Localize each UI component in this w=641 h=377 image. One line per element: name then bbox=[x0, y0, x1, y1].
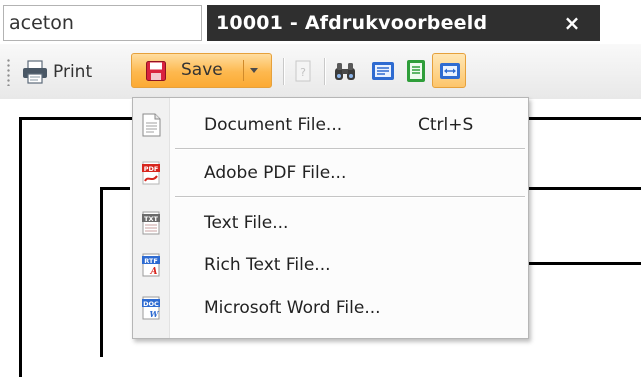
svg-text:?: ? bbox=[300, 66, 306, 79]
menu-item-label: Document File... bbox=[204, 115, 343, 135]
find-button[interactable] bbox=[333, 59, 357, 83]
toolbar: Print Save ? bbox=[0, 44, 641, 99]
menu-item-shortcut: Ctrl+S bbox=[418, 115, 474, 135]
chevron-down-icon[interactable] bbox=[250, 68, 258, 73]
menu-item-label: Text File... bbox=[204, 213, 289, 233]
page-disabled-icon: ? bbox=[295, 60, 311, 82]
menu-item-pdf-file[interactable]: PDF Adobe PDF File... bbox=[133, 152, 528, 194]
binoculars-icon bbox=[335, 63, 355, 80]
svg-text:A: A bbox=[150, 267, 158, 277]
menu-separator bbox=[175, 196, 525, 197]
close-icon[interactable]: × bbox=[557, 5, 587, 41]
one-page-view-button[interactable] bbox=[371, 59, 395, 83]
save-label: Save bbox=[181, 60, 223, 80]
svg-text:RTF: RTF bbox=[144, 257, 158, 265]
toolbar-divider bbox=[324, 58, 325, 85]
page-setup-button[interactable]: ? bbox=[291, 59, 315, 83]
title-bar: aceton 10001 - Afdrukvoorbeeld × bbox=[0, 0, 641, 44]
document-file-icon bbox=[142, 113, 161, 137]
print-label: Print bbox=[53, 62, 93, 82]
save-icon bbox=[146, 61, 166, 81]
rtf-file-icon: RTF A bbox=[142, 253, 160, 277]
menu-item-label: Adobe PDF File... bbox=[204, 163, 347, 183]
toolbar-grip[interactable] bbox=[7, 58, 10, 86]
menu-item-document-file[interactable]: Document File... Ctrl+S bbox=[133, 104, 528, 146]
search-input[interactable]: aceton bbox=[3, 5, 202, 41]
menu-item-label: Microsoft Word File... bbox=[204, 298, 381, 318]
menu-item-rich-text-file[interactable]: RTF A Rich Text File... bbox=[133, 244, 528, 286]
save-dropdown-menu: Document File... Ctrl+S PDF Adobe PDF Fi… bbox=[132, 97, 529, 339]
svg-text:TXT: TXT bbox=[144, 215, 158, 223]
svg-text:PDF: PDF bbox=[144, 165, 159, 173]
preview-tab[interactable]: 10001 - Afdrukvoorbeeld × bbox=[207, 5, 600, 41]
report-table-line bbox=[528, 187, 641, 190]
menu-item-text-file[interactable]: TXT Text File... bbox=[133, 202, 528, 244]
txt-file-icon: TXT bbox=[142, 211, 160, 235]
svg-text:DOC: DOC bbox=[143, 300, 159, 308]
menu-item-label: Rich Text File... bbox=[204, 255, 331, 275]
report-table-line bbox=[528, 262, 641, 265]
blue-page-icon bbox=[372, 62, 394, 80]
print-button[interactable]: Print bbox=[22, 58, 92, 86]
whole-page-view-button[interactable] bbox=[432, 53, 466, 88]
menu-item-word-file[interactable]: DOC W Microsoft Word File... bbox=[133, 287, 528, 329]
tab-title: 10001 - Afdrukvoorbeeld bbox=[216, 12, 488, 34]
svg-text:W: W bbox=[150, 309, 160, 319]
save-split-divider bbox=[243, 60, 244, 81]
pdf-file-icon: PDF bbox=[142, 161, 160, 185]
fit-width-icon bbox=[440, 63, 460, 79]
green-page-icon bbox=[407, 60, 425, 82]
page-width-view-button[interactable] bbox=[404, 59, 428, 83]
save-button[interactable]: Save bbox=[131, 53, 272, 88]
printer-icon bbox=[23, 60, 47, 84]
toolbar-divider bbox=[283, 58, 284, 85]
report-table-line bbox=[100, 187, 130, 190]
report-table-line bbox=[100, 187, 103, 357]
menu-separator bbox=[175, 148, 525, 149]
doc-file-icon: DOC W bbox=[142, 296, 160, 320]
